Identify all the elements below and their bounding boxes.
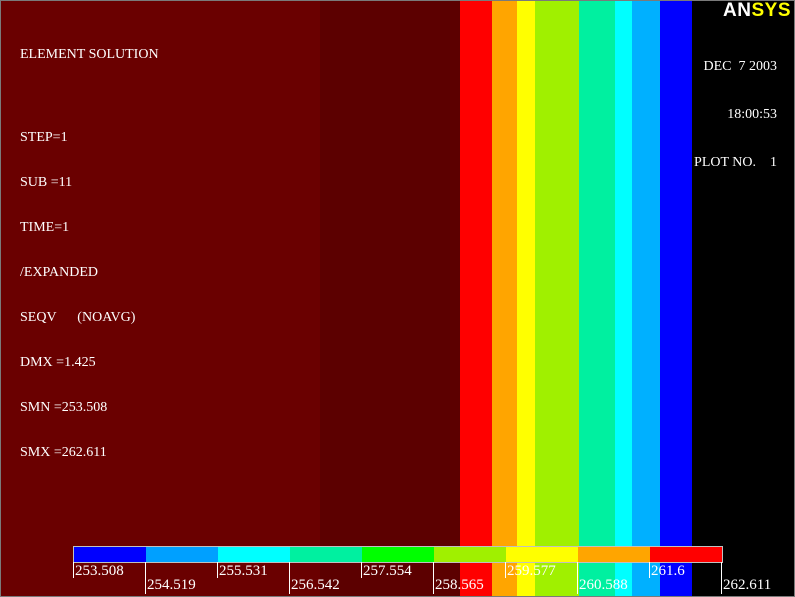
ansys-logo: ANSYS xyxy=(723,0,791,22)
legend-swatch xyxy=(434,547,506,562)
plot-number: PLOT NO. 1 xyxy=(694,155,777,170)
contour-band xyxy=(492,0,517,597)
legend-swatch xyxy=(290,547,362,562)
contour-band xyxy=(660,0,692,597)
legend-swatch xyxy=(146,547,218,562)
legend-swatch xyxy=(650,547,722,562)
info-expanded: /EXPANDED xyxy=(20,265,99,280)
contour-band xyxy=(460,0,492,597)
date-block: DEC 7 2003 18:00:53 PLOT NO. 1 xyxy=(694,27,777,203)
contour-band xyxy=(320,0,460,597)
contour-band xyxy=(579,0,615,597)
plot-date: DEC 7 2003 xyxy=(703,59,778,74)
contour-band xyxy=(535,0,579,597)
legend-swatch xyxy=(362,547,434,562)
contour-band xyxy=(615,0,632,597)
contour-band xyxy=(517,0,535,597)
info-time: TIME=1 xyxy=(20,220,70,235)
legend-swatch xyxy=(218,547,290,562)
info-sub: SUB =11 xyxy=(20,175,73,190)
info-step: STEP=1 xyxy=(20,130,68,145)
logo-an: AN xyxy=(723,0,752,21)
info-dmx: DMX =1.425 xyxy=(20,355,96,370)
info-smx: SMX =262.611 xyxy=(20,445,107,460)
legend-color-bar xyxy=(73,546,723,563)
logo-sys: SYS xyxy=(751,0,791,21)
solution-title: ELEMENT SOLUTION xyxy=(20,47,159,62)
plot-time: 18:00:53 xyxy=(727,107,777,122)
solution-info: ELEMENT SOLUTION STEP=1 SUB =11 TIME=1 /… xyxy=(20,17,159,490)
legend-swatch xyxy=(578,547,650,562)
contour-band xyxy=(632,0,660,597)
legend-swatch xyxy=(506,547,578,562)
legend-swatch xyxy=(74,547,146,562)
plot-window: ELEMENT SOLUTION STEP=1 SUB =11 TIME=1 /… xyxy=(0,0,795,597)
info-seqv: SEQV (NOAVG) xyxy=(20,310,136,325)
info-smn: SMN =253.508 xyxy=(20,400,108,415)
